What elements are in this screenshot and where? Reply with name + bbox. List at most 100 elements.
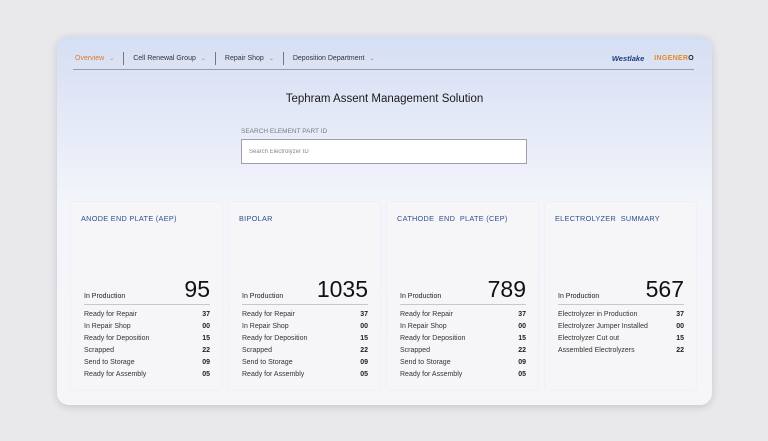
status-list: Ready for Repair 37 In Repair Shop 00 Read… [242,311,368,383]
status-row: In Repair Shop 00 [84,323,210,335]
chevron-down-icon: ⌄ [268,56,274,62]
status-list: Ready for Repair 37 In Repair Shop 00 Read… [84,311,210,383]
status-row: Ready for Deposition 15 [84,335,210,347]
status-row: Electrolyzer Jumper Installed 00 [558,323,684,335]
card-title: ELECTROLYZER SUMMARY [555,214,660,223]
app-window: Overview ⌄ Cell Renewal Group ⌄ Repair S… [57,36,712,405]
status-label: Scrapped [400,347,430,354]
status-value: 37 [360,311,368,318]
partner-logos: Westlake INGENERO [612,54,694,63]
card-cathode-end-plate: CATHODE END PLATE (CEP) In Production 78… [387,202,538,390]
card-title: ANODE END PLATE (AEP) [81,214,177,223]
status-row: Ready for Assembly 05 [84,371,210,383]
status-row: Electrolyzer Cut out 15 [558,335,684,347]
status-value: 05 [518,371,526,378]
status-label: Scrapped [242,347,272,354]
status-list: Electrolyzer in Production 37 Electrolyze… [558,311,684,359]
status-label: Electrolyzer Cut out [558,335,620,342]
production-value: 95 [184,276,210,302]
status-list: Ready for Repair 37 In Repair Shop 00 Read… [400,311,526,383]
status-label: Ready for Assembly [400,371,463,378]
card-title: BIPOLAR [239,214,273,223]
status-row: In Repair Shop 00 [242,323,368,335]
card-anode-end-plate: ANODE END PLATE (AEP) In Production 95 R… [71,202,222,390]
status-value: 00 [360,323,368,330]
card-electrolyzer-summary: ELECTROLYZER SUMMARY In Production 567 E… [545,202,696,390]
nav-deposition-department[interactable]: Deposition Department ⌄ [284,52,384,66]
status-row: Assembled Electrolyzers 22 [558,347,684,359]
status-value: 00 [518,323,526,330]
card-bipolar: BIPOLAR In Production 1035 Ready for Rep… [229,202,380,390]
status-value: 15 [202,335,210,342]
status-value: 15 [360,335,368,342]
production-row: In Production 789 [400,276,526,305]
status-row: Send to Storage 09 [84,359,210,371]
status-row: Scrapped 22 [84,347,210,359]
status-row: Electrolyzer in Production 37 [558,311,684,323]
status-label: Electrolyzer in Production [558,311,638,318]
status-row: Ready for Assembly 05 [242,371,368,383]
status-value: 22 [518,347,526,354]
ingenero-logo-tail: O [688,55,694,62]
production-value: 789 [487,276,526,302]
status-row: Send to Storage 09 [400,359,526,371]
status-value: 37 [202,311,210,318]
status-label: Ready for Deposition [400,335,466,342]
status-value: 00 [202,323,210,330]
nav-deposition-department-label: Deposition Department [292,55,365,62]
chevron-down-icon: ⌄ [200,56,206,62]
status-label: Send to Storage [84,359,135,366]
status-value: 00 [676,323,684,330]
status-row: Scrapped 22 [400,347,526,359]
status-label: Send to Storage [400,359,451,366]
status-row: Send to Storage 09 [242,359,368,371]
status-value: 15 [676,335,684,342]
status-label: In Repair Shop [400,323,447,330]
status-label: Ready for Assembly [84,371,147,378]
status-value: 22 [202,347,210,354]
production-label: In Production [400,293,442,300]
status-label: In Repair Shop [242,323,289,330]
status-value: 37 [676,311,684,318]
production-row: In Production 1035 [242,276,368,305]
status-row: Scrapped 22 [242,347,368,359]
status-label: Ready for Assembly [242,371,305,378]
status-value: 09 [202,359,210,366]
status-label: Ready for Repair [400,311,453,318]
ingenero-logo: INGENERO [654,55,694,62]
westlake-logo: Westlake [611,54,645,63]
status-value: 05 [360,371,368,378]
nav-cell-renewal-group[interactable]: Cell Renewal Group ⌄ [124,52,215,66]
status-label: Assembled Electrolyzers [558,347,635,354]
status-label: Ready for Deposition [84,335,150,342]
status-label: In Repair Shop [84,323,131,330]
status-row: Ready for Assembly 05 [400,371,526,383]
production-label: In Production [84,293,126,300]
chevron-down-icon: ⌄ [109,56,115,62]
nav-overview-label: Overview [75,55,105,62]
status-label: Send to Storage [242,359,293,366]
chevron-down-icon: ⌄ [369,56,375,62]
status-row: Ready for Repair 37 [84,311,210,323]
nav-repair-shop[interactable]: Repair Shop ⌄ [216,52,283,66]
status-value: 09 [360,359,368,366]
status-row: Ready for Repair 37 [400,311,526,323]
status-label: Ready for Repair [84,311,137,318]
nav-overview[interactable]: Overview ⌄ [73,52,123,66]
page-title: Tephram Assent Management Solution [285,93,484,105]
status-value: 22 [360,347,368,354]
production-value: 567 [645,276,684,302]
production-row: In Production 95 [84,276,210,305]
status-label: Ready for Repair [242,311,295,318]
search-label: SEARCH ELEMENT PART ID [241,128,328,135]
nav-cell-renewal-group-label: Cell Renewal Group [133,55,196,62]
search-input[interactable] [241,139,527,164]
status-value: 15 [518,335,526,342]
status-row: Ready for Deposition 15 [400,335,526,347]
top-nav: Overview ⌄ Cell Renewal Group ⌄ Repair S… [73,48,694,70]
production-label: In Production [242,293,284,300]
production-value: 1035 [316,276,368,302]
status-row: Ready for Deposition 15 [242,335,368,347]
status-label: Ready for Deposition [242,335,308,342]
status-value: 22 [676,347,684,354]
